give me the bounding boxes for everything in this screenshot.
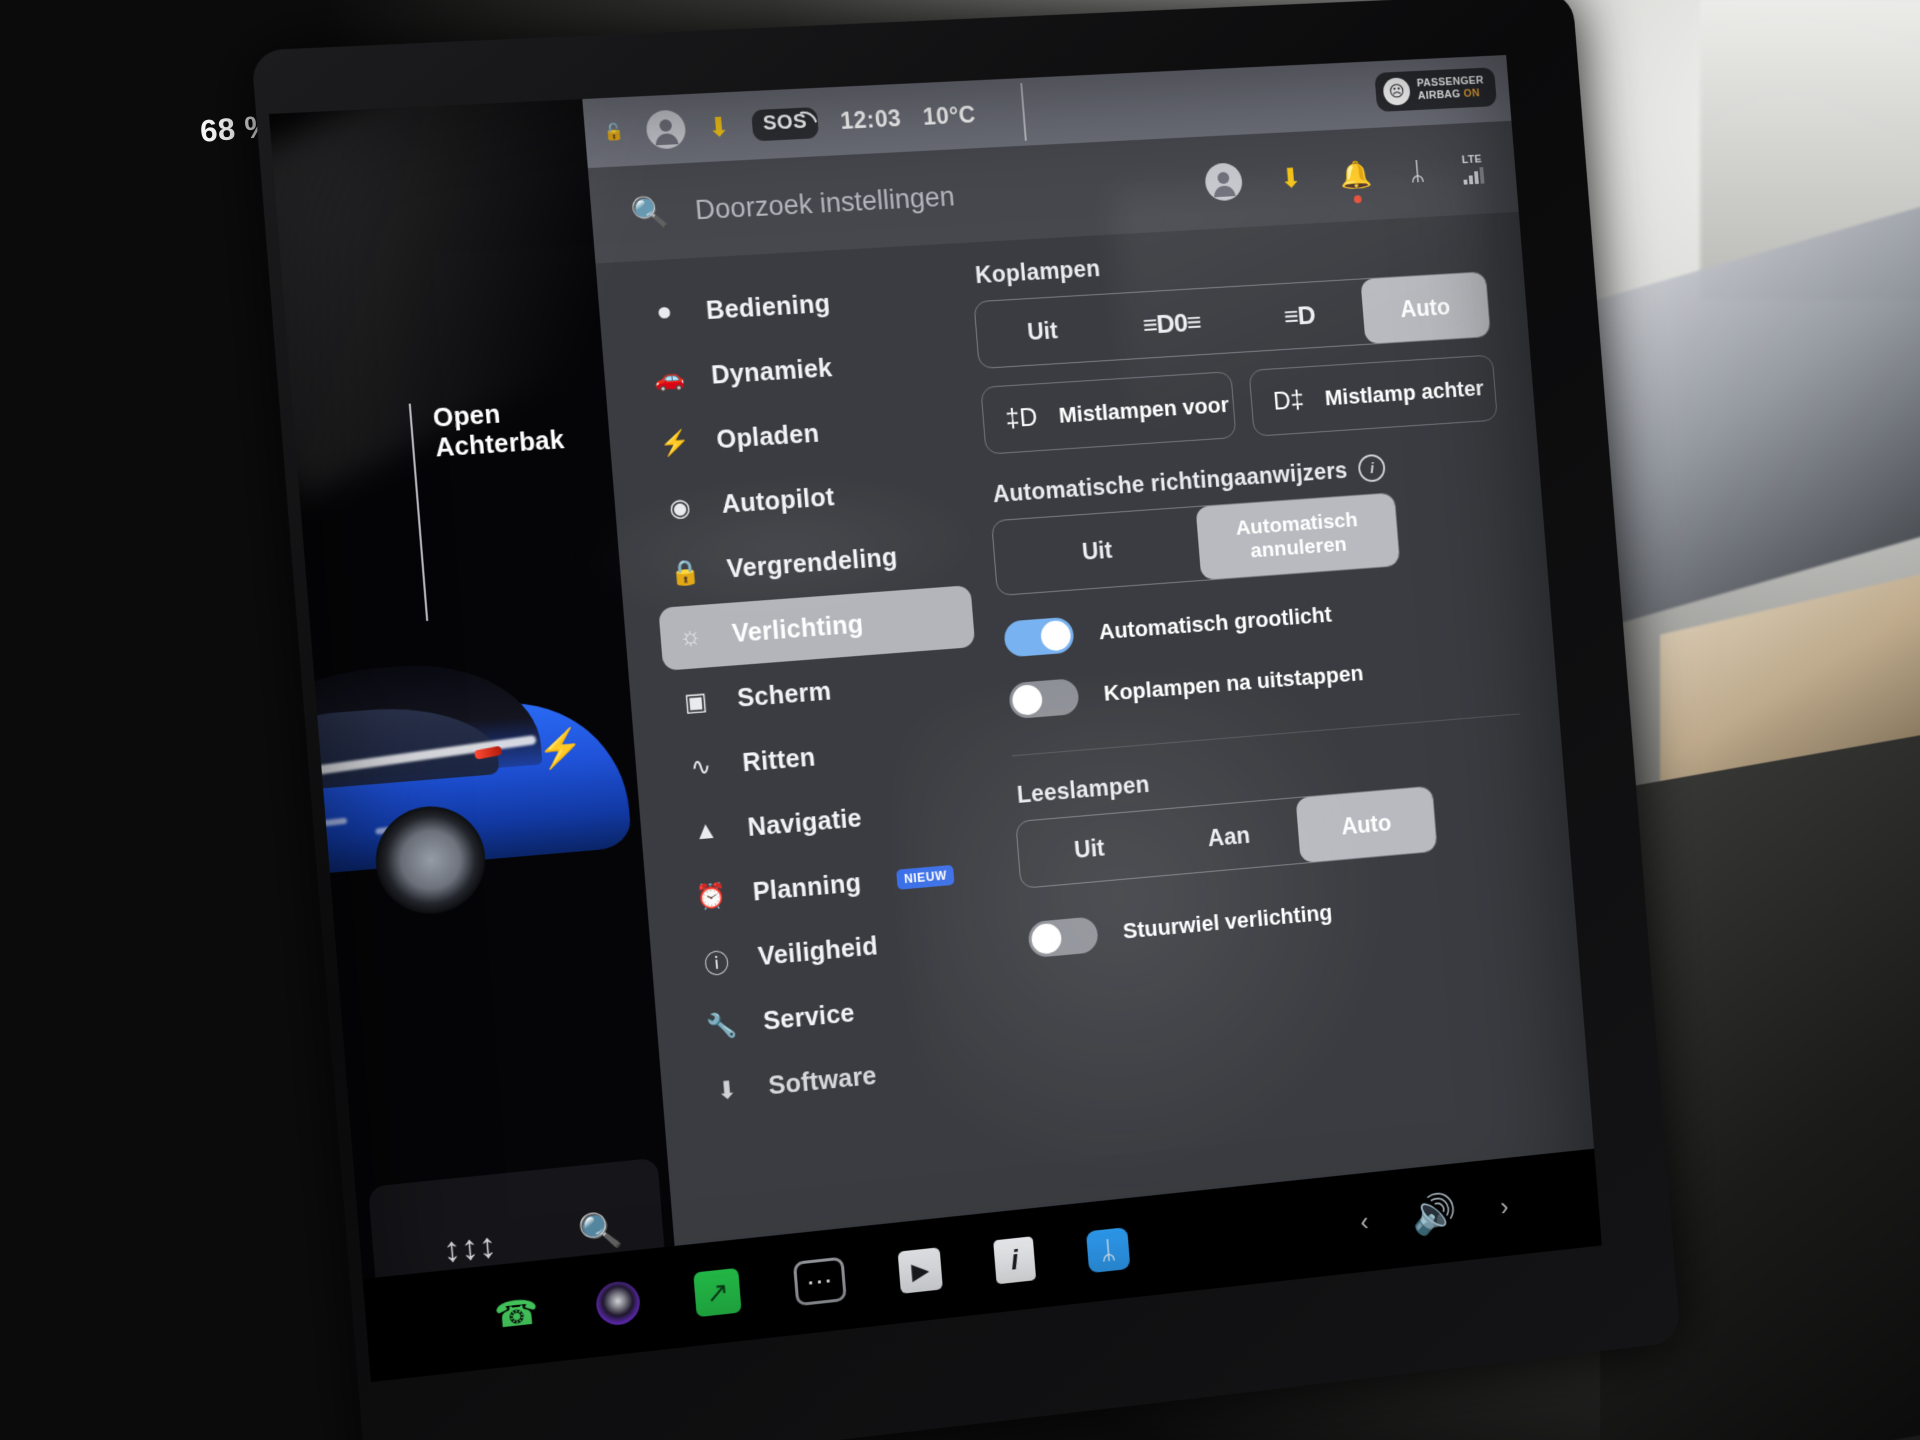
rear-fog-lamp-icon: D‡ <box>1272 385 1305 416</box>
chevron-left-icon[interactable]: ‹ <box>1359 1208 1369 1237</box>
more-apps-icon[interactable]: ⋯ <box>792 1256 847 1307</box>
screenshot-root: 68 % Open Achterbak ⚡ ↕↕↕ 🔍 🔓 ⬇ SOS ⌒ 12… <box>0 0 1920 1440</box>
airbag-icon: ☹ <box>1382 77 1412 106</box>
status-icon-tray: ⬇ 🔔 ᛦ LTE <box>1203 149 1499 204</box>
front-fog-lamp-label: Mistlampen voor <box>1057 392 1230 428</box>
steering-wheel-light-toggle[interactable] <box>1027 916 1100 959</box>
airbag-line2: AIRBAG <box>1417 88 1465 103</box>
sidebar-item-label: Service <box>762 998 856 1036</box>
sun-brightness-icon: ☼ <box>678 622 703 652</box>
status-bar-divider <box>1020 83 1028 141</box>
headlights-option-auto[interactable]: Auto <box>1359 272 1491 344</box>
sidebar-item-label: Verlichting <box>730 609 865 648</box>
sidebar-item-label: Vergrendeling <box>725 542 899 584</box>
front-fog-lamp-button[interactable]: ‡D Mistlampen voor <box>980 371 1237 455</box>
headlights-after-exit-row[interactable]: Koplampen na uitstappen <box>1008 643 1519 720</box>
chevron-right-icon[interactable]: › <box>1499 1193 1509 1222</box>
parking-lights-icon[interactable]: ≡D0≡ <box>1105 287 1239 360</box>
open-trunk-callout[interactable]: Open Achterbak <box>432 396 566 464</box>
rear-fog-lamp-button[interactable]: D‡ Mistlamp achter <box>1248 354 1498 437</box>
download-icon: ⬇ <box>715 1075 739 1106</box>
sidebar-item-label: Ritten <box>741 742 817 777</box>
new-badge: NIEUW <box>896 864 955 890</box>
warning-circle-icon: ⓘ <box>703 949 731 979</box>
sidebar-item-label: Planning <box>751 868 863 907</box>
navigation-arrow-icon: ▲ <box>692 816 720 846</box>
turn-signals-section-title: Automatische richtingaanwijzers i <box>992 446 1502 509</box>
fog-lamp-buttons: ‡D Mistlampen voor D‡ Mistlamp achter <box>980 354 1498 455</box>
energy-app-icon[interactable]: ↗ <box>693 1267 742 1318</box>
headlights-segmented-control: Uit ≡D0≡ ≡D Auto <box>973 271 1492 370</box>
turn-signals-segmented-control: Uit Automatisch annuleren <box>991 492 1401 597</box>
clock: 12:03 <box>839 104 903 134</box>
reading-lights-option-uit[interactable]: Uit <box>1016 810 1162 888</box>
rear-fog-lamp-label: Mistlamp achter <box>1323 375 1485 411</box>
low-beam-icon[interactable]: ≡D <box>1233 280 1365 352</box>
steering-wheel-light-row[interactable]: Stuurwiel verlichting <box>1027 876 1537 959</box>
profile-icon[interactable] <box>644 109 687 150</box>
volume-control: ‹ 🔊 › <box>1359 1185 1510 1244</box>
road-trips-icon: ∿ <box>689 752 713 782</box>
sos-button[interactable]: SOS ⌒ <box>750 106 820 141</box>
sidebar-item-label: Opladen <box>715 419 821 454</box>
lighting-settings-pane: Koplampen Uit ≡D0≡ ≡D Auto ‡D Mistlampen… <box>943 212 1602 1309</box>
profile-icon[interactable] <box>1203 162 1244 202</box>
callout-leader-line <box>408 403 429 621</box>
charge-bolt-icon[interactable]: ⚡ <box>535 725 585 770</box>
auto-high-beam-label: Automatisch grootlicht <box>1097 601 1333 645</box>
display-icon: ▣ <box>682 687 709 717</box>
owners-manual-icon[interactable]: i <box>993 1236 1037 1285</box>
bluetooth-icon[interactable]: ᛦ <box>1408 156 1426 187</box>
bolt-icon: ⚡ <box>658 428 692 458</box>
sidebar-item-label: Bediening <box>704 289 832 325</box>
passenger-airbag-indicator: ☹ PASSENGER AIRBAG ON <box>1374 67 1498 113</box>
search-icon[interactable]: 🔍 <box>629 194 670 231</box>
sidebar-item-label: Autopilot <box>720 482 836 519</box>
front-fog-lamp-icon: ‡D <box>1004 402 1039 433</box>
turn-signals-option-auto-cancel[interactable]: Automatisch annuleren <box>1195 493 1400 581</box>
sidebar-item-label: Veiligheid <box>756 931 879 971</box>
auto-high-beam-row[interactable]: Automatisch grootlicht <box>1003 583 1514 658</box>
steering-wheel-light-label: Stuurwiel verlichting <box>1121 899 1334 944</box>
search-icon[interactable]: 🔍 <box>576 1209 624 1254</box>
headlights-option-uit[interactable]: Uit <box>974 295 1109 368</box>
auto-high-beam-toggle[interactable] <box>1003 616 1075 658</box>
sidebar-item-label: Dynamiek <box>710 353 834 390</box>
lte-label: LTE <box>1461 153 1483 166</box>
headlights-after-exit-toggle[interactable] <box>1008 678 1080 720</box>
wrench-icon: 🔧 <box>705 1010 738 1041</box>
sidebar-item-label: Navigatie <box>746 803 863 842</box>
phone-app-icon[interactable]: ☎ <box>491 1288 543 1340</box>
software-download-icon[interactable]: ⬇ <box>706 111 731 143</box>
info-icon[interactable]: i <box>1357 453 1387 483</box>
toggle-switch-icon: ⏺ <box>657 298 672 328</box>
bluetooth-app-icon[interactable]: ᛦ <box>1085 1227 1131 1274</box>
video-app-icon[interactable]: ▶ <box>897 1247 943 1294</box>
settings-panel: 🔓 ⬇ SOS ⌒ 12:03 10°C ☹ PASSENGER AIRBAG … <box>582 54 1602 1348</box>
search-input[interactable]: Doorzoek instellingen <box>694 168 1206 226</box>
notifications-bell-icon[interactable]: 🔔 <box>1339 158 1373 204</box>
car-icon: 🚗 <box>653 363 686 393</box>
reading-lights-option-aan[interactable]: Aan <box>1157 798 1301 875</box>
headlights-after-exit-label: Koplampen na uitstappen <box>1102 660 1365 706</box>
touchscreen-wrapper: Open Achterbak ⚡ ↕↕↕ 🔍 🔓 ⬇ SOS ⌒ 12:03 1… <box>0 0 1920 1440</box>
volume-speaker-icon[interactable]: 🔊 <box>1411 1191 1459 1239</box>
vehicle-3d-render[interactable]: ⚡ <box>268 628 639 972</box>
lock-icon: 🔒 <box>668 557 702 588</box>
touchscreen-glass: Open Achterbak ⚡ ↕↕↕ 🔍 🔓 ⬇ SOS ⌒ 12:03 1… <box>268 54 1602 1383</box>
touchscreen-bezel: Open Achterbak ⚡ ↕↕↕ 🔍 🔓 ⬇ SOS ⌒ 12:03 1… <box>250 0 1681 1440</box>
software-download-icon[interactable]: ⬇ <box>1279 163 1303 195</box>
airbag-state: ON <box>1463 87 1481 100</box>
steering-wheel-icon: ◉ <box>668 493 692 523</box>
outside-temperature: 10°C <box>921 100 977 130</box>
reading-lights-option-auto[interactable]: Auto <box>1295 786 1437 863</box>
unlock-icon[interactable]: 🔓 <box>603 122 625 143</box>
turn-signals-option-uit[interactable]: Uit <box>992 507 1201 595</box>
sidebar-item-label: Software <box>767 1061 878 1100</box>
lte-signal-icon[interactable]: LTE <box>1461 153 1485 185</box>
camera-app-icon[interactable] <box>594 1279 642 1328</box>
sidebar-item-label: Scherm <box>736 676 833 713</box>
alarm-clock-icon: ⏰ <box>694 881 728 912</box>
